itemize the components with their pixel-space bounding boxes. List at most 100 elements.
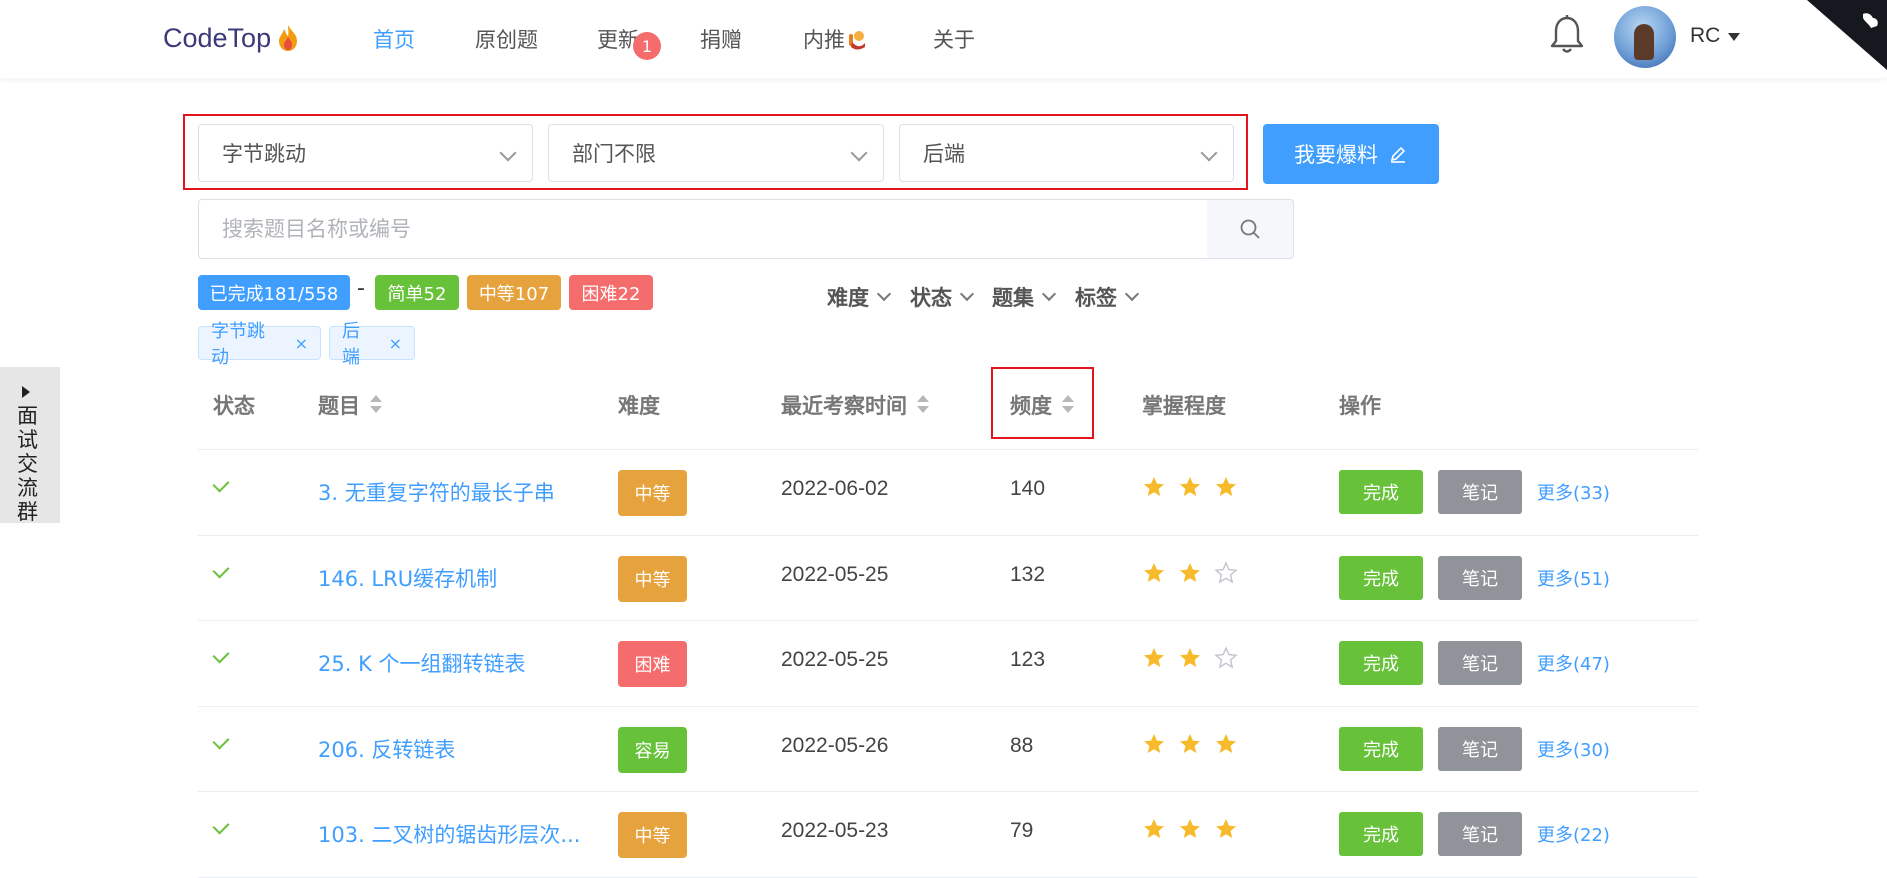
notes-button[interactable]: 笔记 [1438, 470, 1522, 514]
header-last-seen[interactable]: 最近考察时间 [781, 390, 929, 420]
company-select-value: 字节跳动 [222, 142, 306, 166]
star-icon[interactable] [1214, 732, 1238, 756]
nav-referral[interactable]: 内推 [803, 0, 867, 78]
problem-title-link[interactable]: 3. 无重复字符的最长子串 [318, 477, 555, 507]
difficulty-badge: 中等 [618, 555, 687, 602]
username[interactable]: RC [1690, 24, 1720, 48]
problemset-dropdown[interactable]: 题集 [992, 282, 1057, 312]
star-icon[interactable] [1214, 475, 1238, 499]
last-seen-date: 2022-06-02 [781, 477, 889, 500]
header-title[interactable]: 题目 [318, 390, 382, 420]
raised-hand-icon [849, 31, 865, 50]
complete-button[interactable]: 完成 [1339, 726, 1423, 771]
chevron-down-icon [1041, 286, 1057, 302]
nav-about[interactable]: 关于 [933, 0, 975, 78]
star-icon[interactable] [1142, 561, 1166, 585]
updates-badge: 1 [633, 32, 661, 60]
notes-button[interactable]: 笔记 [1438, 812, 1522, 856]
github-corner-icon[interactable] [1807, 0, 1887, 70]
chat-group-side-tab[interactable]: 面试交流群 [0, 367, 60, 524]
header-mastery: 掌握程度 [1142, 390, 1226, 420]
nav-about-label: 关于 [933, 28, 975, 52]
frequency-value: 132 [1010, 562, 1046, 586]
mastery-stars [1142, 817, 1238, 841]
difficulty-dropdown[interactable]: 难度 [827, 282, 892, 312]
star-icon[interactable] [1142, 817, 1166, 841]
more-link[interactable]: 更多(30) [1537, 736, 1610, 762]
complete-button[interactable]: 完成 [1339, 641, 1423, 685]
nav-original[interactable]: 原创题 [475, 0, 538, 78]
header-frequency[interactable]: 频度 [1010, 390, 1074, 420]
mastery-stars [1142, 646, 1238, 670]
table-row: 103. 二叉树的锯齿形层次... 中等 2022-05-23 79 完成 笔记 更多(22… [198, 791, 1698, 876]
header-status-label: 状态 [213, 394, 255, 418]
difficulty-badge: 中等 [618, 812, 687, 858]
chevron-down-icon [499, 144, 517, 162]
nav-updates-wrap: 更新 1 [597, 24, 661, 60]
chevron-down-icon[interactable] [1728, 33, 1740, 41]
star-icon[interactable] [1142, 732, 1166, 756]
star-icon[interactable] [1178, 646, 1202, 670]
close-icon[interactable]: × [295, 334, 308, 353]
star-icon[interactable] [1214, 817, 1238, 841]
position-select[interactable]: 后端 [899, 124, 1234, 182]
check-icon [212, 561, 230, 578]
filter-tag-company: 字节跳动 × [198, 321, 321, 368]
brand-logo[interactable]: CodeTop [163, 20, 299, 56]
bell-icon[interactable] [1545, 14, 1589, 58]
star-icon[interactable] [1178, 732, 1202, 756]
sort-icon[interactable] [1062, 395, 1074, 415]
tags-dropdown[interactable]: 标签 [1075, 282, 1140, 312]
chevron-down-icon [1124, 286, 1140, 302]
nav-donate[interactable]: 捐赠 [700, 0, 742, 78]
more-link[interactable]: 更多(33) [1537, 479, 1610, 505]
chevron-down-icon [850, 144, 868, 162]
sort-icon[interactable] [917, 395, 929, 415]
complete-button[interactable]: 完成 [1339, 812, 1423, 856]
notes-button[interactable]: 笔记 [1438, 555, 1522, 600]
close-icon[interactable]: × [389, 334, 402, 353]
problemset-dropdown-label: 题集 [992, 286, 1034, 310]
brand-name: CodeTop [163, 22, 272, 53]
problem-title-link[interactable]: 146. LRU缓存机制 [318, 563, 497, 593]
complete-button[interactable]: 完成 [1339, 555, 1423, 600]
stat-dash: - [357, 276, 365, 301]
avatar[interactable] [1614, 6, 1676, 68]
star-icon[interactable] [1178, 817, 1202, 841]
star-icon[interactable] [1142, 646, 1166, 670]
notes-button[interactable]: 笔记 [1438, 641, 1522, 685]
last-seen-date: 2022-05-25 [781, 648, 889, 671]
table-row: 3. 无重复字符的最长子串 中等 2022-06-02 140 完成 笔记 更多(33) [198, 449, 1698, 534]
status-dropdown[interactable]: 状态 [910, 282, 975, 312]
problem-title-link[interactable]: 25. K 个一组翻转链表 [318, 648, 526, 678]
notes-button[interactable]: 笔记 [1438, 726, 1522, 771]
sort-icon[interactable] [370, 395, 382, 415]
company-select[interactable]: 字节跳动 [198, 124, 533, 182]
more-link[interactable]: 更多(47) [1537, 650, 1610, 676]
frequency-value: 123 [1010, 648, 1046, 671]
nav-home[interactable]: 首页 [373, 0, 415, 78]
complete-button[interactable]: 完成 [1339, 470, 1423, 514]
header-last-seen-label: 最近考察时间 [781, 394, 907, 418]
mastery-stars [1142, 475, 1238, 499]
star-outline-icon[interactable] [1214, 560, 1238, 585]
search-button[interactable] [1207, 199, 1294, 259]
department-select-value: 部门不限 [572, 142, 656, 166]
row-divider [198, 876, 1698, 878]
star-outline-icon[interactable] [1214, 646, 1238, 670]
search-input[interactable] [198, 199, 1208, 259]
top-navbar: CodeTop 首页 原创题 更新 1 捐赠 内推 关于 RC [0, 0, 1887, 78]
star-icon[interactable] [1142, 475, 1166, 499]
star-icon[interactable] [1178, 561, 1202, 585]
report-button[interactable]: 我要爆料 [1263, 124, 1439, 184]
more-link[interactable]: 更多(51) [1537, 565, 1610, 591]
frequency-value: 88 [1010, 733, 1034, 757]
more-link[interactable]: 更多(22) [1537, 821, 1610, 847]
header-actions-label: 操作 [1339, 394, 1381, 418]
nav-updates[interactable]: 更新 1 [597, 0, 661, 78]
header-frequency-label: 频度 [1010, 394, 1052, 418]
problem-title-link[interactable]: 206. 反转链表 [318, 734, 455, 764]
star-icon[interactable] [1178, 475, 1202, 499]
nav-referral-label: 内推 [803, 28, 845, 52]
department-select[interactable]: 部门不限 [548, 124, 884, 182]
